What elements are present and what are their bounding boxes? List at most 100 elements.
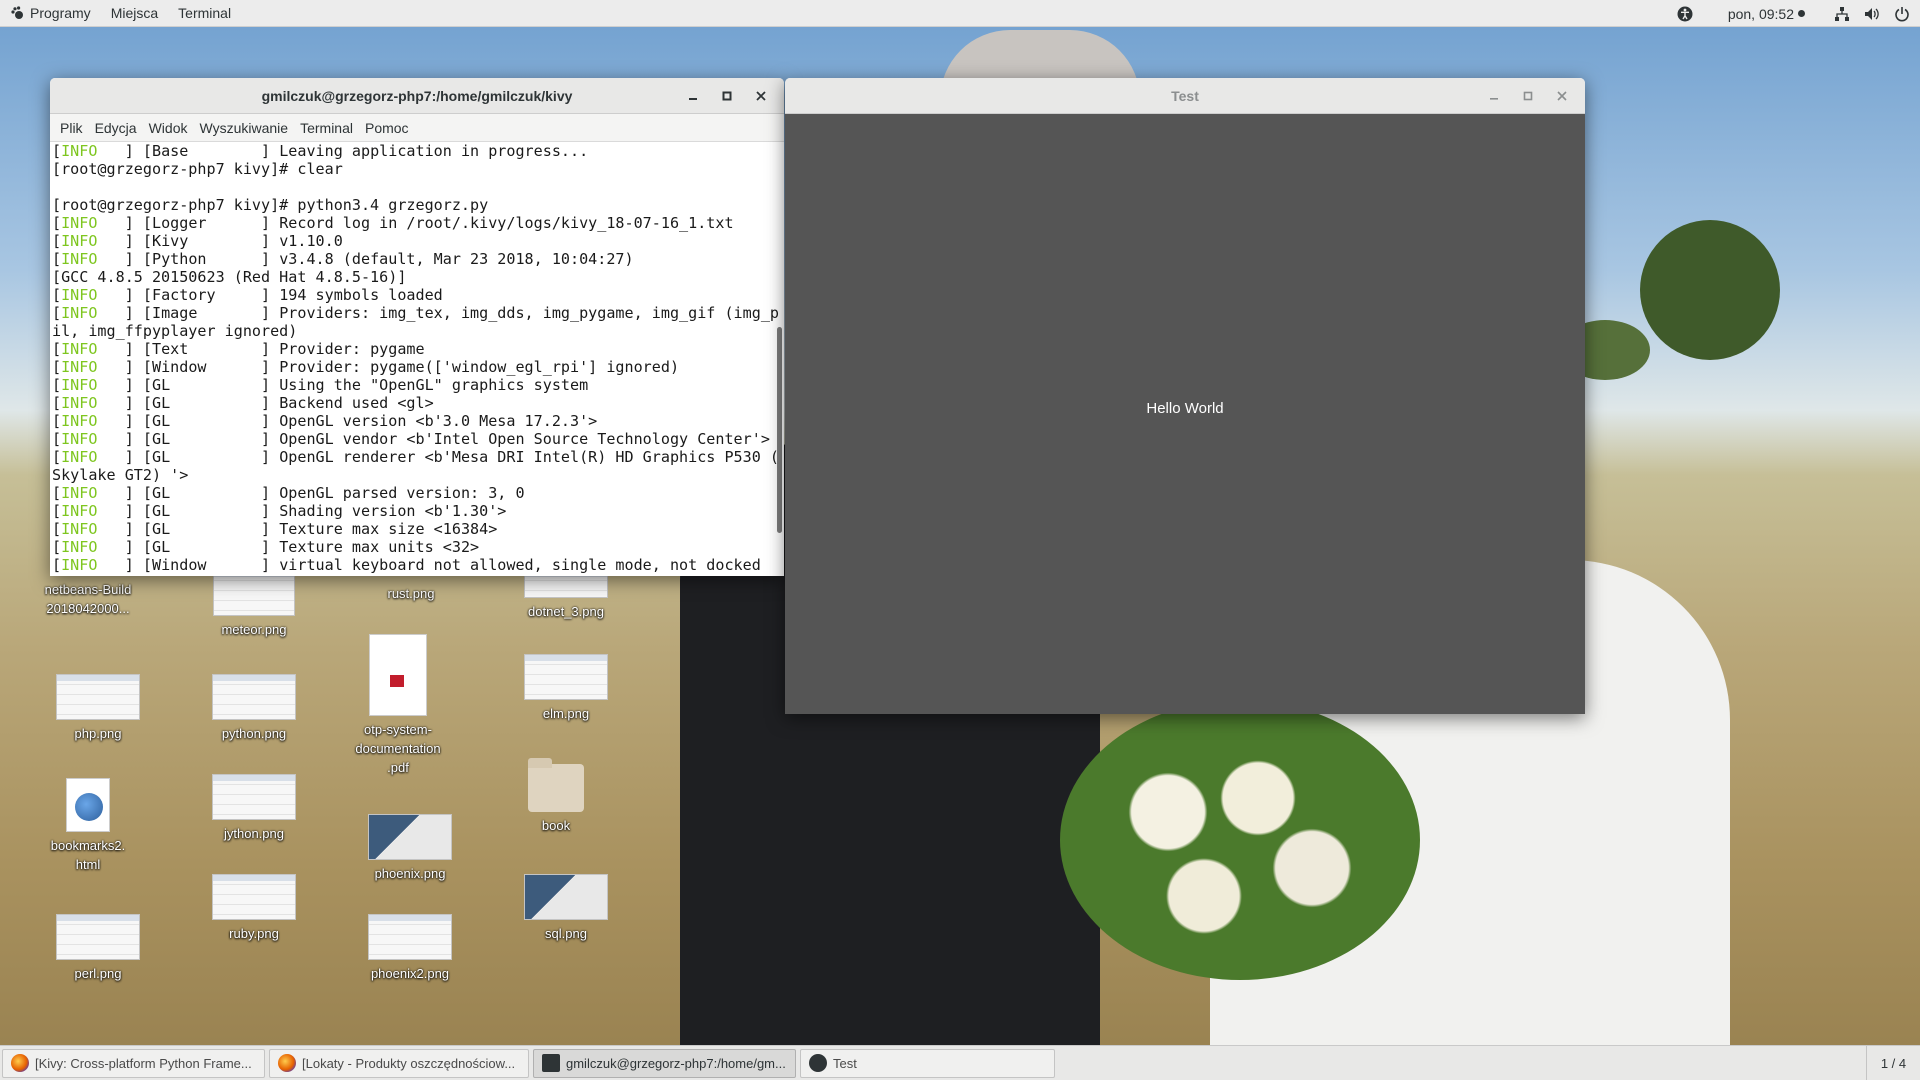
menu-terminal[interactable]: Terminal <box>168 0 241 27</box>
image-thumbnail <box>368 814 452 860</box>
menu-item-help[interactable]: Pomoc <box>359 120 415 136</box>
menu-item-file[interactable]: Plik <box>54 120 89 136</box>
kivy-canvas[interactable]: Hello World <box>785 114 1585 714</box>
scrollbar-thumb[interactable] <box>777 327 782 533</box>
network-wired-icon[interactable] <box>1834 6 1850 22</box>
task-terminal[interactable]: gmilczuk@grzegorz-php7:/home/gm... <box>533 1048 796 1078</box>
terminal-line: [INFO ] [GL ] OpenGL parsed version: 3, … <box>52 484 525 502</box>
desktop-icon-perl[interactable]: perl.png <box>43 914 153 983</box>
menu-places[interactable]: Miejsca <box>101 0 168 27</box>
task-lokaty-browser[interactable]: [Lokaty - Produkty oszczędnościow... <box>269 1048 529 1078</box>
desktop-icon-label: dotnet_3.png <box>528 604 604 619</box>
task-test[interactable]: Test <box>800 1048 1055 1078</box>
desktop-icon-book[interactable]: book <box>501 758 611 835</box>
maximize-button[interactable] <box>710 83 744 109</box>
background-bouquet <box>1060 700 1420 980</box>
log-level-tag: INFO <box>61 358 98 376</box>
kivy-icon <box>809 1054 827 1072</box>
log-level-tag: INFO <box>61 250 98 268</box>
task-label: Test <box>833 1055 857 1071</box>
maximize-icon <box>722 91 732 101</box>
terminal-line: [INFO ] [Factory ] 194 symbols loaded <box>52 286 443 304</box>
log-level-tag: INFO <box>61 214 98 232</box>
desktop-icon-label: php.png <box>74 726 122 741</box>
terminal-line: [INFO ] [Kivy ] v1.10.0 <box>52 232 343 250</box>
terminal-line: [INFO ] [GL ] Using the "OpenGL" graphic… <box>52 376 589 394</box>
task-kivy-browser[interactable]: [Kivy: Cross-platform Python Frame... <box>2 1048 265 1078</box>
menu-item-view[interactable]: Widok <box>143 120 194 136</box>
hello-world-label: Hello World <box>1146 399 1224 417</box>
log-level-tag: INFO <box>61 340 98 358</box>
minimize-button[interactable] <box>676 83 710 109</box>
clock-menu[interactable]: pon, 09:52 <box>1728 6 1805 22</box>
desktop-icon-php[interactable]: php.png <box>43 674 153 743</box>
desktop-icon-netbeans[interactable]: netbeans-Build 2018042000... <box>33 576 143 618</box>
terminal-window[interactable]: gmilczuk@grzegorz-php7:/home/gmilczuk/ki… <box>50 78 784 576</box>
power-icon[interactable] <box>1894 6 1910 22</box>
terminal-line: [GCC 4.8.5 20150623 (Red Hat 4.8.5-16)] <box>52 268 407 286</box>
desktop-icon-otp-pdf[interactable]: otp-system-documentation.pdf <box>343 634 453 777</box>
menu-item-search[interactable]: Wyszukiwanie <box>194 120 295 136</box>
terminal-line: [INFO ] [GL ] Texture max units <32> <box>52 538 480 556</box>
globe-icon <box>75 793 103 821</box>
close-button[interactable] <box>1545 83 1579 109</box>
desktop-icon-python[interactable]: python.png <box>199 674 309 743</box>
close-icon <box>756 91 766 101</box>
log-level-tag: INFO <box>61 412 98 430</box>
desktop-icon-elm[interactable]: elm.png <box>511 654 621 723</box>
desktop-icon-ruby[interactable]: ruby.png <box>199 874 309 943</box>
terminal-line: [INFO ] [Window ] virtual keyboard not a… <box>52 556 761 574</box>
desktop-icon-label: otp-system-documentation.pdf <box>355 722 441 775</box>
terminal-scrollbar[interactable] <box>774 142 782 576</box>
terminal-text: [INFO ] [Base ] Leaving application in p… <box>52 142 779 574</box>
desktop-icon-label: elm.png <box>542 706 590 721</box>
desktop-icon-sql[interactable]: sql.png <box>511 874 621 943</box>
kivy-test-window[interactable]: Test Hello World <box>785 78 1585 714</box>
window-list-bar: [Kivy: Cross-platform Python Frame... [L… <box>0 1045 1920 1080</box>
menu-applications[interactable]: Programy <box>0 0 101 27</box>
terminal-line: [INFO ] [GL ] Backend used <gl> <box>52 394 434 412</box>
desktop-icon-label: book <box>541 818 571 833</box>
terminal-icon <box>542 1054 560 1072</box>
terminal-line: [INFO ] [GL ] OpenGL vendor <b'Intel Ope… <box>52 430 770 448</box>
maximize-button[interactable] <box>1511 83 1545 109</box>
menu-label: Miejsca <box>110 5 159 21</box>
terminal-line: [INFO ] [GL ] Shading version <b'1.30'> <box>52 502 507 520</box>
terminal-output[interactable]: [INFO ] [Base ] Leaving application in p… <box>50 142 784 576</box>
image-thumbnail <box>212 774 296 820</box>
desktop-icon-phoenix2[interactable]: phoenix2.png <box>355 914 465 983</box>
menu-label: Terminal <box>178 5 232 21</box>
image-thumbnail <box>524 654 608 700</box>
volume-icon[interactable] <box>1864 6 1880 22</box>
desktop-icon-meteor[interactable]: meteor.png <box>199 570 309 639</box>
workspace-indicator[interactable]: 1 / 4 <box>1866 1046 1920 1080</box>
log-level-tag: INFO <box>61 538 98 556</box>
desktop-icon-bookmarks[interactable]: bookmarks2.html <box>33 778 143 874</box>
log-level-tag: INFO <box>61 484 98 502</box>
log-level-tag: INFO <box>61 556 98 574</box>
terminal-line: [INFO ] [GL ] OpenGL version <b'3.0 Mesa… <box>52 412 598 430</box>
top-bar: Programy Miejsca Terminal pon, 09:52 <box>0 0 1920 27</box>
accessibility-icon[interactable] <box>1677 6 1693 22</box>
html-file-icon <box>66 778 110 832</box>
menu-item-edit[interactable]: Edycja <box>89 120 143 136</box>
terminal-titlebar[interactable]: gmilczuk@grzegorz-php7:/home/gmilczuk/ki… <box>50 78 784 114</box>
menu-item-terminal[interactable]: Terminal <box>294 120 359 136</box>
close-button[interactable] <box>744 83 778 109</box>
menu-label: Programy <box>30 5 91 21</box>
image-thumbnail <box>368 914 452 960</box>
gnome-foot-icon <box>11 6 23 19</box>
desktop-icon-label: sql.png <box>545 926 587 941</box>
log-level-tag: INFO <box>61 394 98 412</box>
minimize-icon <box>689 98 697 100</box>
minimize-icon <box>1490 98 1498 100</box>
desktop-icon-jython[interactable]: jython.png <box>199 774 309 843</box>
desktop-icon-rust[interactable]: rust.png <box>356 580 466 603</box>
minimize-button[interactable] <box>1477 83 1511 109</box>
terminal-line: Skylake GT2) '> <box>52 466 189 484</box>
test-titlebar[interactable]: Test <box>785 78 1585 114</box>
terminal-line: [INFO ] [GL ] OpenGL renderer <b'Mesa DR… <box>52 448 779 466</box>
terminal-line: [INFO ] [Text ] Provider: pygame <box>52 340 425 358</box>
desktop-icon-dotnet[interactable]: dotnet_3.png <box>511 570 621 621</box>
desktop-icon-phoenix[interactable]: phoenix.png <box>355 814 465 883</box>
